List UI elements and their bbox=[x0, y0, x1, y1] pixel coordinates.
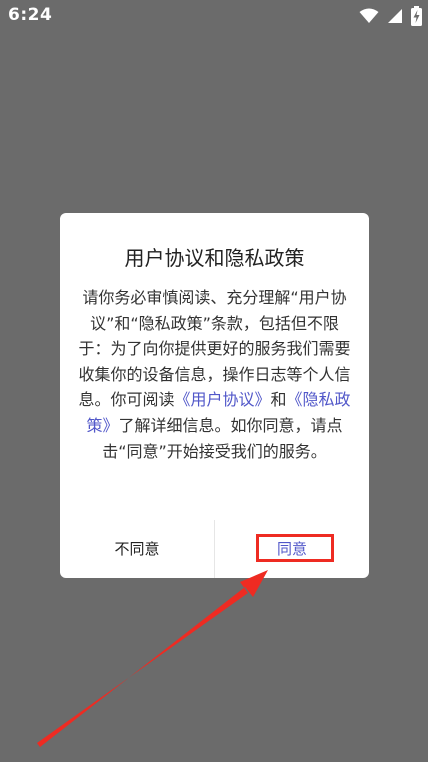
pointer-arrow-icon bbox=[37, 570, 268, 747]
